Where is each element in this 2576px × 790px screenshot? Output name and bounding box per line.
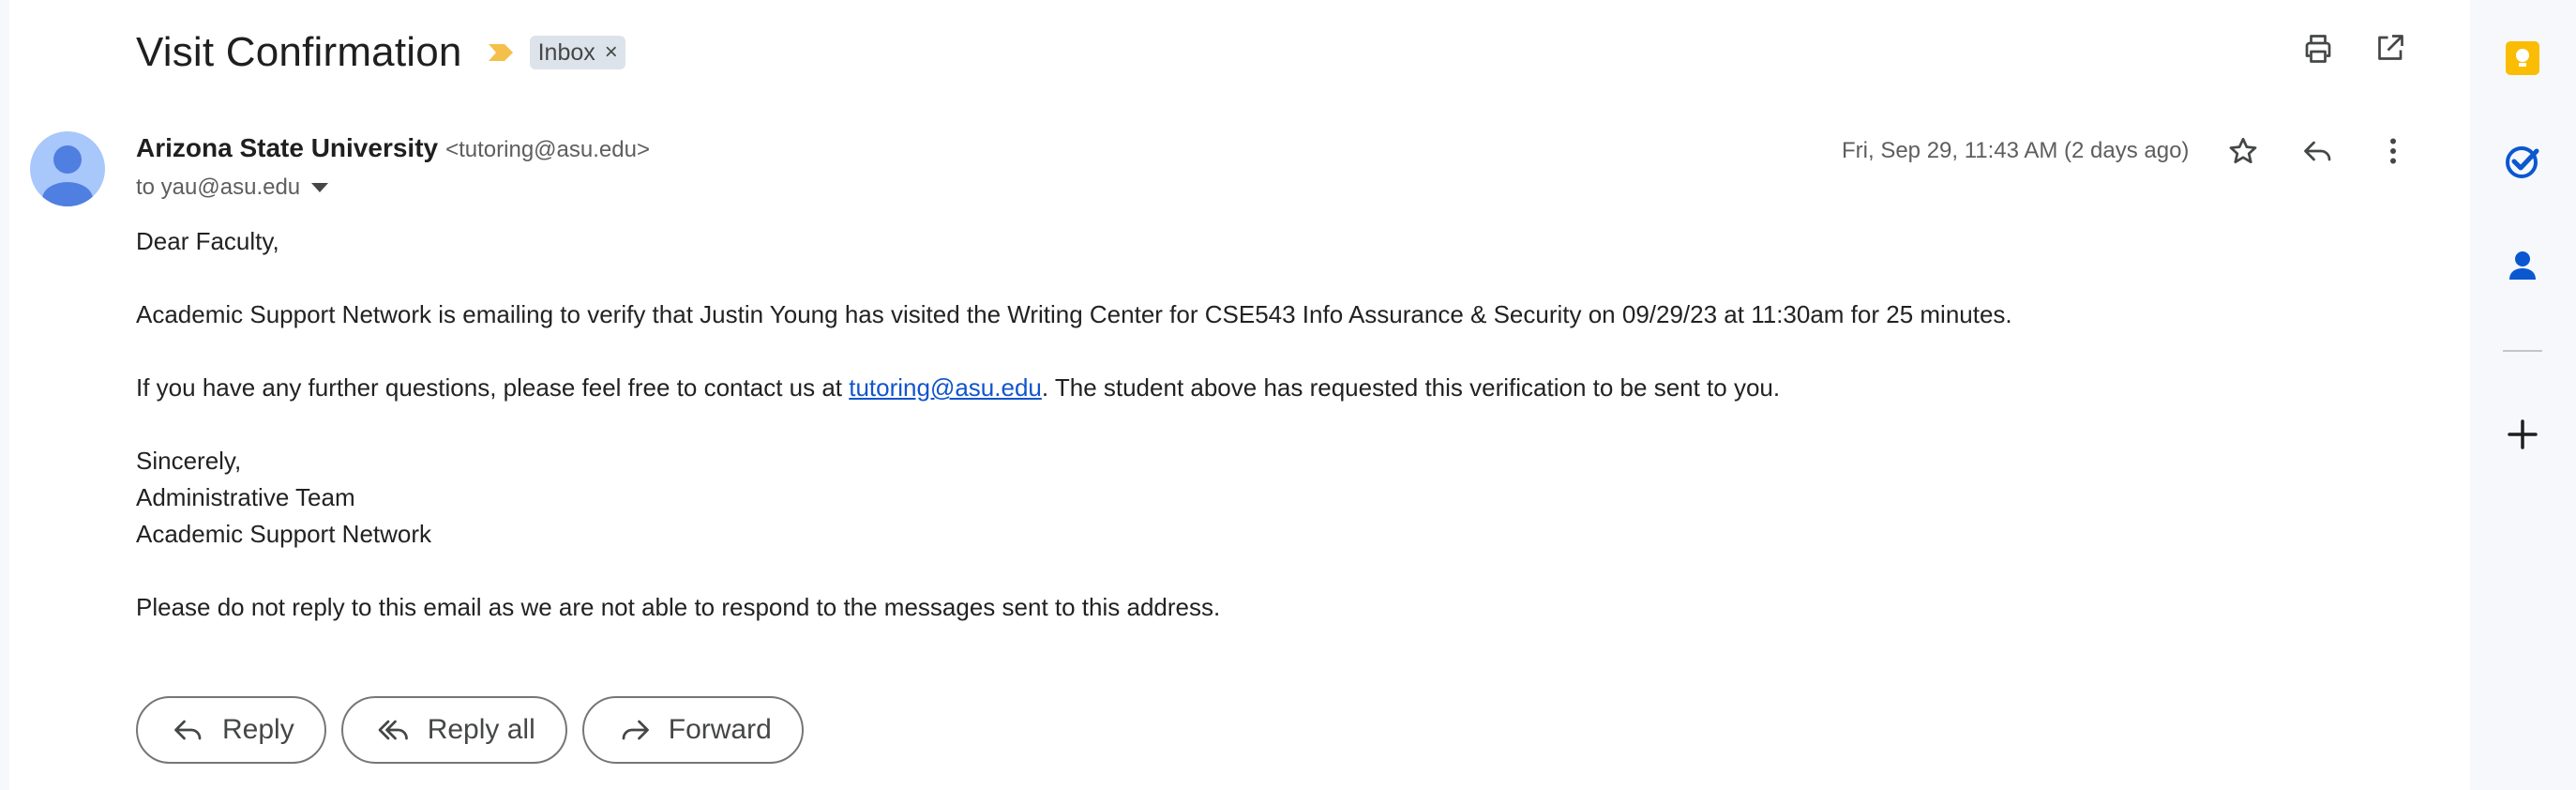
sender-line: Arizona State University <tutoring@asu.e… <box>136 133 650 163</box>
message-date: Fri, Sep 29, 11:43 AM (2 days ago) <box>1842 138 2190 163</box>
closing: Sincerely, <box>136 447 242 475</box>
subject-title: Visit Confirmation <box>136 29 462 75</box>
more-options-icon[interactable] <box>2376 134 2410 168</box>
recipient-line: to yau@asu.edu <box>136 175 329 201</box>
forward-button-label: Forward <box>668 714 772 745</box>
sender-email: <tutoring@asu.edu> <box>445 137 650 162</box>
message-body: Dear Faculty, Academic Support Network i… <box>136 223 2293 626</box>
contacts-icon[interactable] <box>2503 246 2542 285</box>
add-icon[interactable] <box>2503 415 2542 454</box>
reply-button-label: Reply <box>222 714 294 745</box>
print-icon[interactable] <box>2301 32 2335 66</box>
reply-icon[interactable] <box>2301 134 2335 168</box>
side-panel-divider <box>2503 350 2542 352</box>
body-paragraph-2: If you have any further questions, pleas… <box>136 370 2293 406</box>
sender-avatar[interactable] <box>30 131 105 206</box>
paragraph-2-prefix: If you have any further questions, pleas… <box>136 373 850 402</box>
contact-email-link[interactable]: tutoring@asu.edu <box>849 373 1042 402</box>
footer-note: Please do not reply to this email as we … <box>136 593 1221 621</box>
open-in-new-window-icon[interactable] <box>2373 32 2406 66</box>
recipient-text: to yau@asu.edu <box>136 175 301 200</box>
reply-button[interactable]: Reply <box>136 696 326 764</box>
keep-icon[interactable] <box>2503 38 2542 78</box>
label-text: Inbox <box>537 38 595 66</box>
importance-marker-icon[interactable] <box>487 41 515 64</box>
side-panel <box>2470 0 2576 790</box>
paragraph-2-suffix: . The student above has requested this v… <box>1041 373 1781 402</box>
signature-line-2: Academic Support Network <box>136 520 432 548</box>
signature-line-1: Administrative Team <box>136 483 355 511</box>
reply-all-icon <box>378 720 408 740</box>
inbox-label-chip: Inbox × <box>529 36 625 69</box>
sender-name[interactable]: Arizona State University <box>136 133 438 163</box>
reply-icon <box>174 720 202 740</box>
tasks-icon[interactable] <box>2503 142 2542 181</box>
forward-icon <box>622 720 649 740</box>
remove-label-button[interactable]: × <box>605 39 618 66</box>
show-details-chevron-down-icon[interactable] <box>311 183 329 192</box>
body-paragraph-1: Academic Support Network is emailing to … <box>136 300 2012 328</box>
forward-button[interactable]: Forward <box>581 696 804 764</box>
subject-header: Visit Confirmation Inbox × <box>136 24 625 81</box>
reply-all-button-label: Reply all <box>427 714 535 745</box>
message-actions <box>2226 134 2410 168</box>
reply-actions: Reply Reply all Forward <box>136 696 804 764</box>
greeting: Dear Faculty, <box>136 227 279 255</box>
thread-toolbar <box>2301 32 2406 66</box>
left-edge <box>0 0 9 790</box>
star-icon[interactable] <box>2226 134 2260 168</box>
reply-all-button[interactable]: Reply all <box>340 696 567 764</box>
